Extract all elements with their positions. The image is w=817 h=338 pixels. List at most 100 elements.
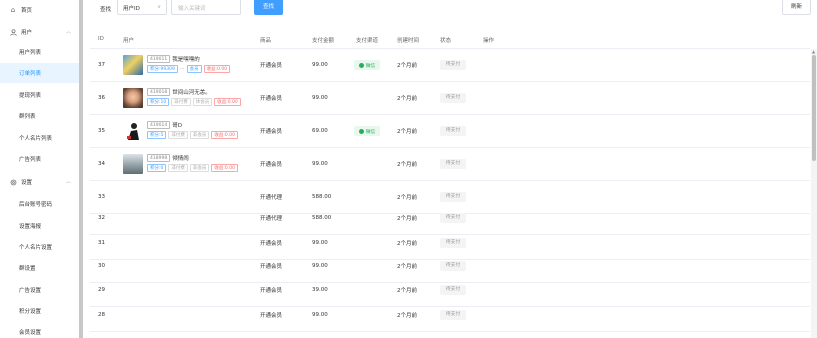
row-created: 2个月前	[397, 264, 417, 270]
points-tag: 积分:0	[147, 164, 167, 172]
row-created: 2个月前	[397, 63, 417, 69]
row-created: 2个月前	[397, 162, 417, 168]
sidebar-item-home[interactable]: ⌂ 首页	[0, 0, 79, 20]
user-info: 418998 倾情闹 积分:0 非付费 非会员 收益:0.00	[147, 153, 240, 173]
row-created: 2个月前	[397, 313, 417, 319]
user-nickname: 倾情闹	[172, 156, 189, 162]
row-created: 2个月前	[397, 96, 417, 102]
user-nickname: 哥D	[172, 123, 182, 129]
sidebar-scrollbar[interactable]	[79, 0, 83, 338]
refresh-button[interactable]: 刷新	[782, 0, 811, 15]
sidebar-item-member-settings[interactable]: 会员设置	[0, 322, 79, 338]
sidebar-item-withdraw-list[interactable]: 提现列表	[0, 85, 79, 105]
row-amount: 69.00	[312, 128, 328, 134]
search-field-select[interactable]: 用户ID ∨	[117, 0, 167, 15]
row-product: 开通会员	[260, 162, 283, 168]
row-id: 36	[98, 95, 105, 101]
home-icon: ⌂	[10, 6, 16, 14]
sidebar-item-ad-list[interactable]: 广告列表	[0, 149, 79, 169]
sidebar-item-group-settings[interactable]: 群设置	[0, 258, 79, 278]
row-created: 2个月前	[397, 216, 417, 222]
sidebar-item-label: 群列表	[19, 114, 36, 120]
row-created: 2个月前	[397, 195, 417, 201]
row-product: 开通会员	[260, 241, 283, 247]
row-amount: 99.00	[312, 263, 328, 269]
row-amount: 588.00	[312, 194, 332, 200]
user-nickname: 我是嘿嘿的	[172, 57, 200, 63]
user-id-tag: 418998	[147, 154, 171, 162]
sidebar-group-label: 用户	[21, 30, 33, 36]
sidebar-group-settings[interactable]: 设置 ︿	[0, 172, 79, 192]
sidebar-item-user-list[interactable]: 用户列表	[0, 42, 79, 62]
status-badge: 待支付	[440, 238, 466, 248]
sidebar-item-ad-settings[interactable]: 广告设置	[0, 280, 79, 300]
user-info: 419011 我是嘿嘿的 积分:99309 ··· 会员 收益:0.00	[147, 54, 232, 74]
search-placeholder: 输入关键词	[178, 6, 206, 12]
select-value: 用户ID	[123, 6, 140, 12]
sidebar-item-poster-settings[interactable]: 设置海报	[0, 216, 79, 236]
member-tag: 体会员	[192, 98, 213, 106]
row-product: 开通会员	[260, 63, 283, 69]
user-id-tag: 419018	[147, 88, 171, 96]
table-row[interactable]: 28 开通会员 99.00 2个月前 待支付	[90, 299, 810, 332]
channel-label: 微信	[365, 129, 376, 135]
sidebar-group-users[interactable]: 用户 ︿	[0, 22, 79, 42]
scroll-up-icon[interactable]: ▲	[812, 49, 815, 54]
row-amount: 99.00	[312, 312, 328, 318]
wechat-icon	[358, 128, 364, 134]
col-header-product: 商品	[260, 38, 272, 44]
user-id-tag: 419014	[147, 121, 171, 129]
income-tag: 收益:0.00	[211, 164, 238, 172]
row-product: 开通代理	[260, 216, 283, 222]
row-created: 2个月前	[397, 288, 417, 294]
table-row[interactable]: 35 419014 哥D 积分:5 非付费 非会员 收益:0.00 开通会员 6…	[90, 115, 810, 148]
row-id: 33	[98, 194, 105, 200]
row-amount: 39.00	[312, 287, 328, 293]
user-info: 419018 世间山河无恙。 积分:10 非付费 体会员 收益:0.00	[147, 87, 243, 107]
sidebar-item-card-settings[interactable]: 个人名片设置	[0, 237, 79, 257]
row-created: 2个月前	[397, 241, 417, 247]
sidebar-item-admin-password[interactable]: 后台账号密码	[0, 194, 79, 214]
status-badge: 待支付	[440, 310, 466, 320]
row-amount: 99.00	[312, 62, 328, 68]
user-icon	[9, 28, 17, 36]
sidebar-item-group-list[interactable]: 群列表	[0, 106, 79, 126]
scrollbar-thumb[interactable]	[79, 0, 83, 338]
sidebar-item-label: 首页	[21, 8, 33, 14]
table-row[interactable]: 36 419018 世间山河无恙。 积分:10 非付费 体会员 收益:0.00 …	[90, 82, 810, 115]
scrollbar-thumb[interactable]	[812, 55, 816, 161]
status-badge: 待支付	[440, 60, 466, 70]
row-product: 开通会员	[260, 129, 283, 135]
table-row[interactable]: 37 419011 我是嘿嘿的 积分:99309 ··· 会员 收益:0.00 …	[90, 49, 810, 82]
sidebar-item-label: 广告列表	[19, 157, 42, 163]
row-product: 开通会员	[260, 264, 283, 270]
row-id: 37	[98, 62, 105, 68]
search-input[interactable]: 输入关键词	[171, 0, 241, 15]
sidebar-group-label: 设置	[21, 180, 33, 186]
points-tag: 积分:10	[147, 98, 170, 106]
row-id: 34	[98, 161, 105, 167]
member-tag: 会员	[186, 65, 202, 73]
row-id: 30	[98, 263, 105, 269]
sidebar-item-points-settings[interactable]: 积分设置	[0, 301, 79, 321]
table-row[interactable]: 34 418998 倾情闹 积分:0 非付费 非会员 收益:0.00 开通会员 …	[90, 148, 810, 181]
sidebar-item-card-list[interactable]: 个人名片列表	[0, 128, 79, 148]
chevron-up-icon: ︿	[66, 179, 72, 185]
income-tag: 收益:0.00	[211, 131, 238, 139]
row-amount: 588.00	[312, 215, 332, 221]
sidebar-item-label: 设置海报	[19, 224, 42, 230]
content-scrollbar[interactable]: ▲	[811, 49, 817, 338]
points-tag: 积分:5	[147, 131, 167, 139]
separator: ···	[179, 66, 185, 72]
sidebar-item-label: 个人名片设置	[19, 245, 53, 251]
avatar	[123, 88, 143, 108]
payment-channel-badge: 微信	[354, 126, 380, 136]
row-product: 开通会员	[260, 96, 283, 102]
user-nickname: 世间山河无恙。	[172, 90, 211, 96]
member-tag: 非会员	[189, 131, 210, 139]
search-button[interactable]: 查找	[254, 0, 283, 15]
search-label: 查找	[100, 7, 112, 13]
sidebar-item-order-list[interactable]: 订单列表	[0, 63, 79, 83]
sidebar-item-label: 后台账号密码	[19, 202, 53, 208]
income-tag: 收益:0.00	[214, 98, 241, 106]
